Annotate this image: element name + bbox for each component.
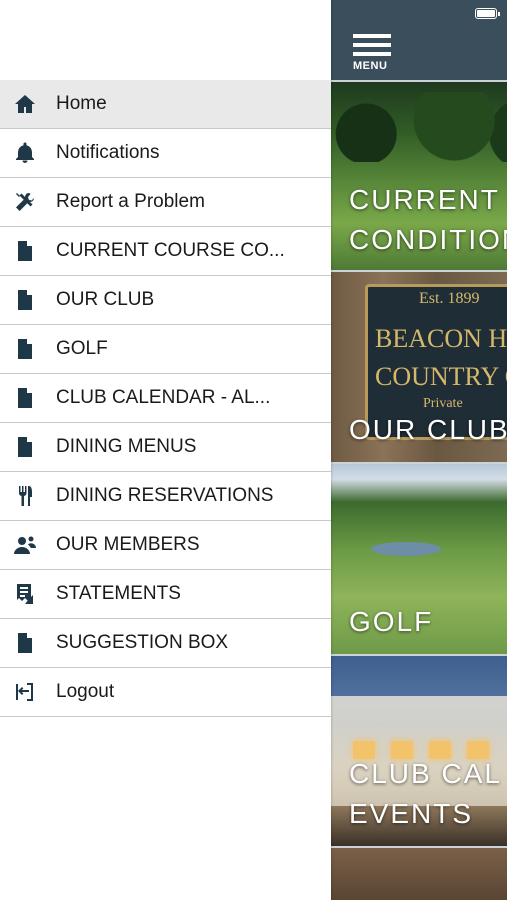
tile-label: OUR CLUB: [349, 414, 507, 445]
logout-icon: [13, 680, 37, 704]
nav-item-dining-menus[interactable]: DINING MENUS: [0, 423, 331, 472]
nav-item-golf[interactable]: GOLF: [0, 325, 331, 374]
nav-item-statements[interactable]: STATEMENTS: [0, 570, 331, 619]
tile-image: [331, 92, 507, 162]
tile-label: CURRENT: [349, 184, 500, 215]
sign-line-2: COUNTRY CLUB: [375, 362, 507, 391]
document-icon: [13, 288, 37, 312]
document-icon: [13, 337, 37, 361]
app-header: MENU: [331, 0, 507, 80]
nav-item-label: Home: [56, 93, 107, 114]
hamburger-bar: [353, 52, 391, 56]
nav-item-label: Notifications: [56, 142, 160, 163]
sign-est-text: Est. 1899: [419, 290, 480, 307]
nav-item-our-members[interactable]: OUR MEMBERS: [0, 521, 331, 570]
tile-label: GOLF: [349, 606, 434, 637]
tile-image: [371, 542, 441, 556]
tile-golf[interactable]: GOLF: [331, 462, 507, 654]
nav-item-report-a-problem[interactable]: Report a Problem: [0, 178, 331, 227]
nav-item-label: Logout: [56, 681, 115, 702]
menu-label: MENU: [353, 60, 388, 72]
nav-item-label: CURRENT COURSE CO...: [56, 240, 285, 261]
navigation-drawer: Home Notifications Report a Problem CURR…: [0, 0, 331, 900]
hamburger-bar: [353, 43, 391, 47]
tile-label: CLUB CAL: [349, 758, 502, 789]
utensils-icon: [13, 484, 37, 508]
tile-label: CONDITIONS: [349, 224, 507, 255]
nav-item-dining-reservations[interactable]: DINING RESERVATIONS: [0, 472, 331, 521]
nav-list: Home Notifications Report a Problem CURR…: [0, 80, 331, 717]
nav-item-label: SUGGESTION BOX: [56, 632, 229, 653]
app-content: MENU CURRENT CONDITIONS Est. 1899 BEACON…: [331, 0, 507, 900]
tools-icon: [13, 190, 37, 214]
home-icon: [13, 92, 37, 116]
nav-item-our-club[interactable]: OUR CLUB: [0, 276, 331, 325]
tile-dining[interactable]: [331, 846, 507, 900]
hamburger-icon: [353, 34, 391, 38]
members-icon: [13, 533, 37, 557]
sign-line-1: BEACON HILL: [375, 324, 507, 353]
nav-item-logout[interactable]: Logout: [0, 668, 331, 717]
nav-item-current-course-conditions[interactable]: CURRENT COURSE CO...: [0, 227, 331, 276]
nav-item-label: GOLF: [56, 338, 108, 359]
statement-icon: [13, 582, 37, 606]
document-icon: [13, 386, 37, 410]
tile-our-club[interactable]: Est. 1899 BEACON HILL COUNTRY CLUB Priva…: [331, 270, 507, 462]
tile-label: EVENTS: [349, 798, 474, 829]
nav-item-club-calendar[interactable]: CLUB CALENDAR - AL...: [0, 374, 331, 423]
nav-item-label: CLUB CALENDAR - AL...: [56, 387, 271, 408]
document-icon: [13, 631, 37, 655]
nav-item-label: OUR MEMBERS: [56, 534, 200, 555]
nav-item-label: OUR CLUB: [56, 289, 155, 310]
nav-item-label: STATEMENTS: [56, 583, 181, 604]
tile-current-conditions[interactable]: CURRENT CONDITIONS: [331, 80, 507, 270]
document-icon: [13, 435, 37, 459]
document-icon: [13, 239, 37, 263]
nav-item-suggestion-box[interactable]: SUGGESTION BOX: [0, 619, 331, 668]
nav-item-home[interactable]: Home: [0, 80, 331, 129]
battery-icon: [475, 8, 500, 19]
bell-icon: [13, 141, 37, 165]
nav-item-label: DINING RESERVATIONS: [56, 485, 274, 506]
nav-item-label: DINING MENUS: [56, 436, 197, 457]
nav-item-label: Report a Problem: [56, 191, 205, 212]
tile-club-calendar-events[interactable]: CLUB CAL EVENTS: [331, 654, 507, 846]
nav-item-notifications[interactable]: Notifications: [0, 129, 331, 178]
